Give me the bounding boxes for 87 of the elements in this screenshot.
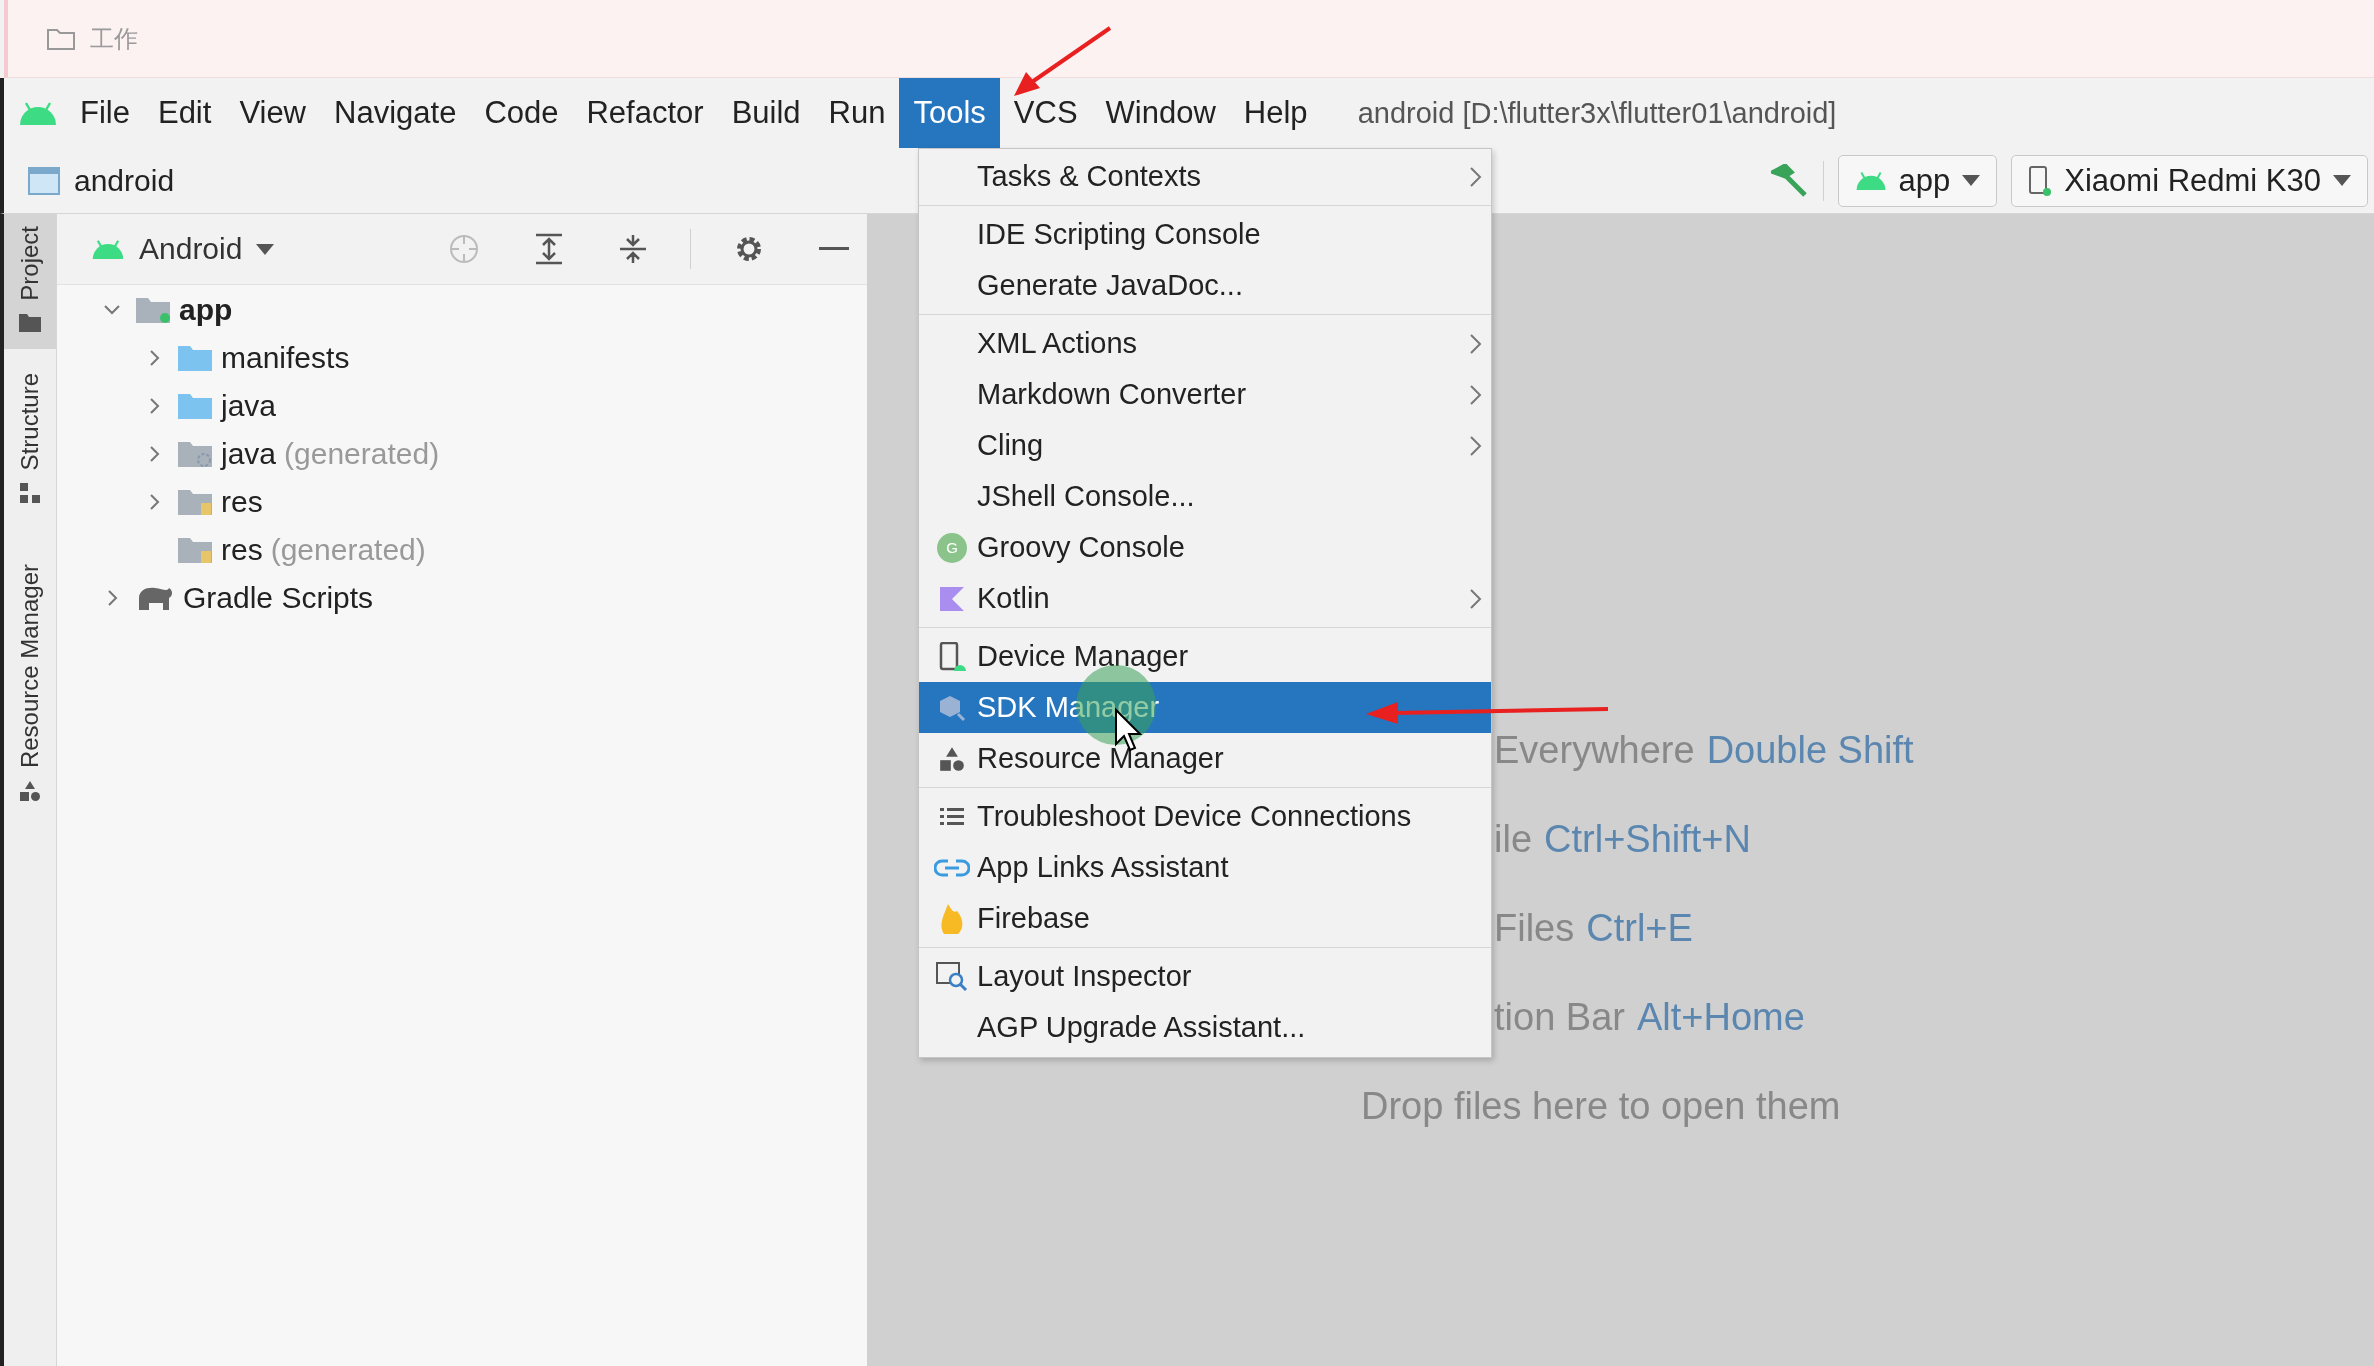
menu-option[interactable]: App Links Assistant [919,842,1491,893]
hint-text: ile [1494,818,1533,861]
groovy-icon: G [937,532,967,563]
folder-icon [177,536,213,564]
menu-option[interactable]: XML Actions [919,318,1491,369]
collapse-all-icon[interactable] [618,233,648,265]
shortcut-text: Double Shift [1706,729,1914,772]
menu-item[interactable]: Build [717,78,815,148]
menu-option[interactable]: G Groovy Console [919,522,1491,573]
android-icon [1854,170,1887,191]
menu-option[interactable]: Device Manager [919,631,1491,682]
drop-hint: Drop files here to open them [1361,1085,1842,1128]
breadcrumb[interactable]: android [74,163,175,198]
menu-option[interactable]: Generate JavaDoc... [919,260,1491,311]
dropdown-caret-icon [2333,175,2351,186]
kotlin-icon [939,585,965,612]
menu-item[interactable]: Help [1229,78,1322,148]
project-title: android [D:\flutter3x\flutter01\android] [1357,95,1837,131]
menu-item[interactable]: File [66,78,144,148]
folder-icon [177,488,213,516]
tool-window-tab[interactable]: Structure [4,360,56,521]
folder-icon [18,312,42,333]
dropdown-caret-icon [256,243,275,255]
tree-item-note: (generated) [284,437,440,471]
tree-item[interactable]: res [221,485,263,519]
menu-option[interactable]: JShell Console... [919,471,1491,522]
shapes-icon [939,745,965,772]
menu-option[interactable]: Markdown Converter [919,369,1491,420]
menu-item[interactable]: View [225,78,320,148]
tree-item[interactable]: java [221,437,277,471]
phone-icon [2028,164,2053,197]
menu-item[interactable]: Window [1091,78,1230,148]
menu-item[interactable]: Navigate [320,78,471,148]
magnifier-window-icon [936,961,968,992]
menu-option[interactable]: SDK Manager [919,682,1491,733]
hint-text: Everywhere [1494,729,1695,772]
folder-icon [135,296,171,324]
tree-item[interactable]: java [221,389,277,423]
menu-option[interactable]: Troubleshoot Device Connections [919,791,1491,842]
menu-option[interactable]: Tasks & Contexts [919,151,1491,202]
window-icon [28,166,60,195]
hammer-icon[interactable] [1770,163,1809,198]
expand-all-icon[interactable] [534,233,564,265]
tree-item[interactable]: manifests [221,341,350,375]
folder-icon [177,344,213,372]
folder-icon [46,26,76,51]
menu-item[interactable]: Tools [899,78,1000,148]
tree-item-note: (generated) [270,533,426,567]
hint-text: Files [1494,907,1575,950]
flame-icon [940,902,964,935]
menu-item[interactable]: Edit [143,78,226,148]
folder-icon [177,392,213,420]
menu-option[interactable]: IDE Scripting Console [919,209,1491,260]
shortcut-text: Alt+Home [1636,996,1805,1039]
folder-icon [177,440,213,468]
menu-item[interactable]: Refactor [572,78,718,148]
android-icon [91,238,125,260]
android-icon [18,101,58,125]
menu-option[interactable]: Firebase [919,893,1491,944]
tree-item[interactable]: app [179,293,233,327]
device-dropdown[interactable]: Xiaomi Redmi K30 [2011,154,2368,207]
shapes-icon [19,780,41,803]
menu-option[interactable]: Kotlin [919,573,1491,624]
tool-window-tab[interactable]: Project [4,214,56,349]
list-icon [940,806,964,827]
minimize-icon[interactable] [819,247,849,251]
shortcut-text: Ctrl+Shift+N [1544,818,1751,861]
menu-item[interactable]: Code [470,78,573,148]
cube-icon [938,693,966,722]
menu-item[interactable]: VCS [999,78,1092,148]
run-config-dropdown[interactable]: app [1837,154,1998,207]
hint-text: tion Bar [1494,996,1625,1039]
view-selector[interactable]: Android [139,232,243,266]
menu-item[interactable]: Run [814,78,900,148]
shortcut-text: Ctrl+E [1586,907,1693,950]
phone-icon [938,641,966,672]
menu-option[interactable]: Cling [919,420,1491,471]
tree-item[interactable]: Gradle Scripts [183,581,374,615]
dropdown-caret-icon [1962,175,1981,186]
structure-icon [19,482,41,505]
tree-item[interactable]: res [221,533,263,567]
folder-label: 工作 [90,23,138,54]
menu-option[interactable]: Resource Manager [919,733,1491,784]
link-icon [934,857,970,878]
tool-window-tab[interactable]: Resource Manager [4,552,56,819]
menu-option[interactable]: AGP Upgrade Assistant... [919,1002,1491,1053]
menu-option[interactable]: Layout Inspector [919,951,1491,1002]
